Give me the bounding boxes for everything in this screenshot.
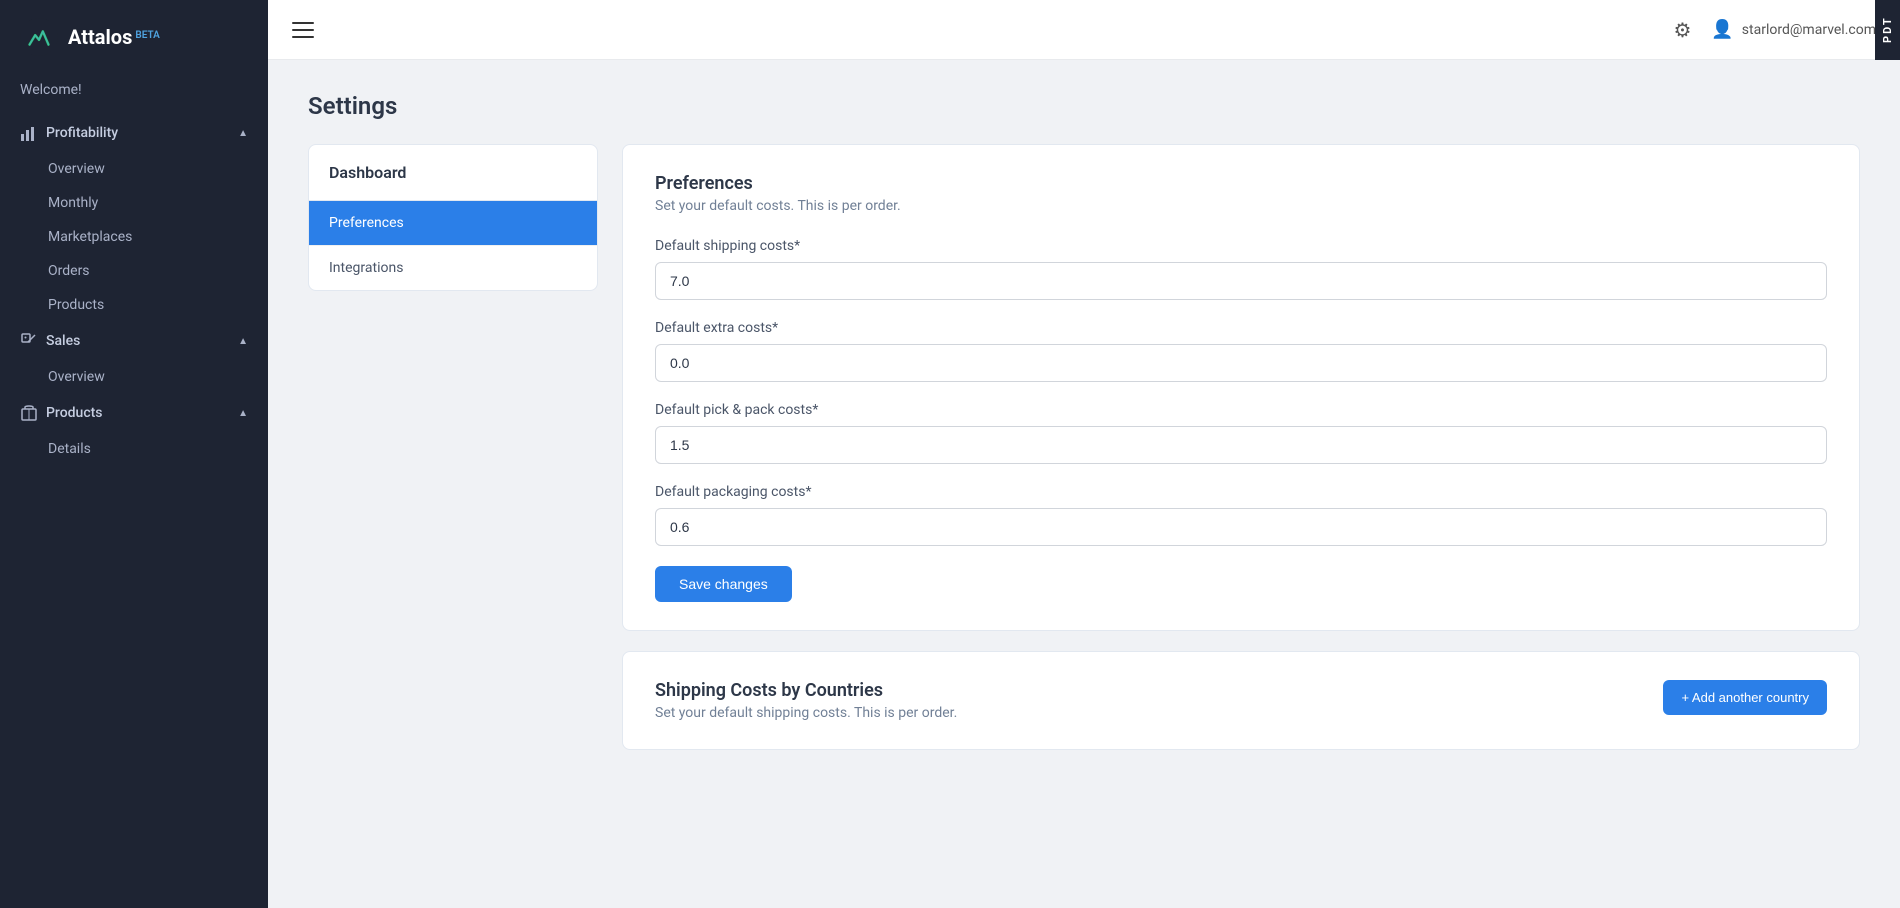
pick-pack-cost-input[interactable]: [655, 426, 1827, 464]
bar-chart-icon: [20, 124, 38, 142]
sales-label: Sales: [46, 333, 80, 349]
products-label: Products: [46, 405, 103, 421]
settings-layout: Dashboard Preferences Integrations Prefe…: [308, 144, 1860, 750]
sidebar-item-sales-overview[interactable]: Overview: [0, 360, 268, 394]
add-country-button[interactable]: + Add another country: [1663, 680, 1827, 715]
packaging-cost-label: Default packaging costs*: [655, 484, 1827, 500]
left-panel-item-integrations[interactable]: Integrations: [309, 246, 597, 290]
topbar: ⚙ 👤 starlord@marvel.com PDT: [268, 0, 1900, 60]
left-panel: Dashboard Preferences Integrations: [308, 144, 598, 291]
sales-chevron: ▲: [238, 336, 248, 347]
sidebar-section-products: Products ▲ Details: [0, 394, 268, 466]
sidebar-item-overview[interactable]: Overview: [0, 152, 268, 186]
box-icon: [20, 404, 38, 422]
products-chevron: ▲: [238, 408, 248, 419]
extra-cost-group: Default extra costs*: [655, 320, 1827, 382]
tag-icon: [20, 332, 38, 350]
sidebar-section-profitability-header[interactable]: Profitability ▲: [0, 114, 268, 152]
save-changes-button[interactable]: Save changes: [655, 566, 792, 602]
profitability-chevron: ▲: [238, 128, 248, 139]
shipping-cost-group: Default shipping costs*: [655, 238, 1827, 300]
extra-cost-label: Default extra costs*: [655, 320, 1827, 336]
user-email: starlord@marvel.com: [1742, 22, 1876, 38]
shipping-countries-card: Shipping Costs by Countries Set your def…: [622, 651, 1860, 750]
topbar-right: ⚙ 👤 starlord@marvel.com: [1673, 18, 1876, 42]
left-panel-item-preferences[interactable]: Preferences: [309, 201, 597, 246]
sidebar-item-details[interactable]: Details: [0, 432, 268, 466]
preferences-subtitle: Set your default costs. This is per orde…: [655, 198, 1827, 214]
shipping-countries-subtitle: Set your default shipping costs. This is…: [655, 705, 957, 721]
app-name: AttalosBETA: [68, 25, 160, 49]
user-avatar-icon: 👤: [1711, 19, 1733, 40]
page-title: Settings: [308, 92, 1860, 120]
shipping-countries-title-area: Shipping Costs by Countries Set your def…: [655, 680, 957, 721]
sidebar-item-monthly[interactable]: Monthly: [0, 186, 268, 220]
packaging-cost-group: Default packaging costs*: [655, 484, 1827, 546]
shipping-countries-header: Shipping Costs by Countries Set your def…: [655, 680, 1827, 721]
pick-pack-cost-label: Default pick & pack costs*: [655, 402, 1827, 418]
preferences-title: Preferences: [655, 173, 1827, 194]
welcome-text: Welcome!: [0, 74, 268, 114]
sidebar-section-products-header[interactable]: Products ▲: [0, 394, 268, 432]
left-panel-header: Dashboard: [309, 145, 597, 201]
sidebar-item-products-profitability[interactable]: Products: [0, 288, 268, 322]
topbar-left: [292, 22, 314, 38]
logo-area[interactable]: AttalosBETA: [0, 0, 268, 74]
shipping-cost-label: Default shipping costs*: [655, 238, 1827, 254]
user-info[interactable]: 👤 starlord@marvel.com: [1711, 19, 1876, 40]
extra-cost-input[interactable]: [655, 344, 1827, 382]
sidebar-section-sales-header[interactable]: Sales ▲: [0, 322, 268, 360]
app-logo: [20, 18, 58, 56]
pdt-badge: PDT: [1875, 0, 1900, 60]
sidebar-section-sales: Sales ▲ Overview: [0, 322, 268, 394]
shipping-cost-input[interactable]: [655, 262, 1827, 300]
shipping-countries-title: Shipping Costs by Countries: [655, 680, 957, 701]
packaging-cost-input[interactable]: [655, 508, 1827, 546]
right-panel: Preferences Set your default costs. This…: [622, 144, 1860, 750]
hamburger-menu[interactable]: [292, 22, 314, 38]
settings-gear-icon[interactable]: ⚙: [1673, 18, 1691, 42]
sidebar-item-marketplaces[interactable]: Marketplaces: [0, 220, 268, 254]
profitability-label: Profitability: [46, 125, 118, 141]
main-area: ⚙ 👤 starlord@marvel.com PDT Settings Das…: [268, 0, 1900, 908]
pick-pack-cost-group: Default pick & pack costs*: [655, 402, 1827, 464]
page-content: Settings Dashboard Preferences Integrati…: [268, 60, 1900, 908]
preferences-card: Preferences Set your default costs. This…: [622, 144, 1860, 631]
sidebar-item-orders[interactable]: Orders: [0, 254, 268, 288]
sidebar: AttalosBETA Welcome! Profitability ▲ Ove…: [0, 0, 268, 908]
sidebar-section-profitability: Profitability ▲ Overview Monthly Marketp…: [0, 114, 268, 322]
